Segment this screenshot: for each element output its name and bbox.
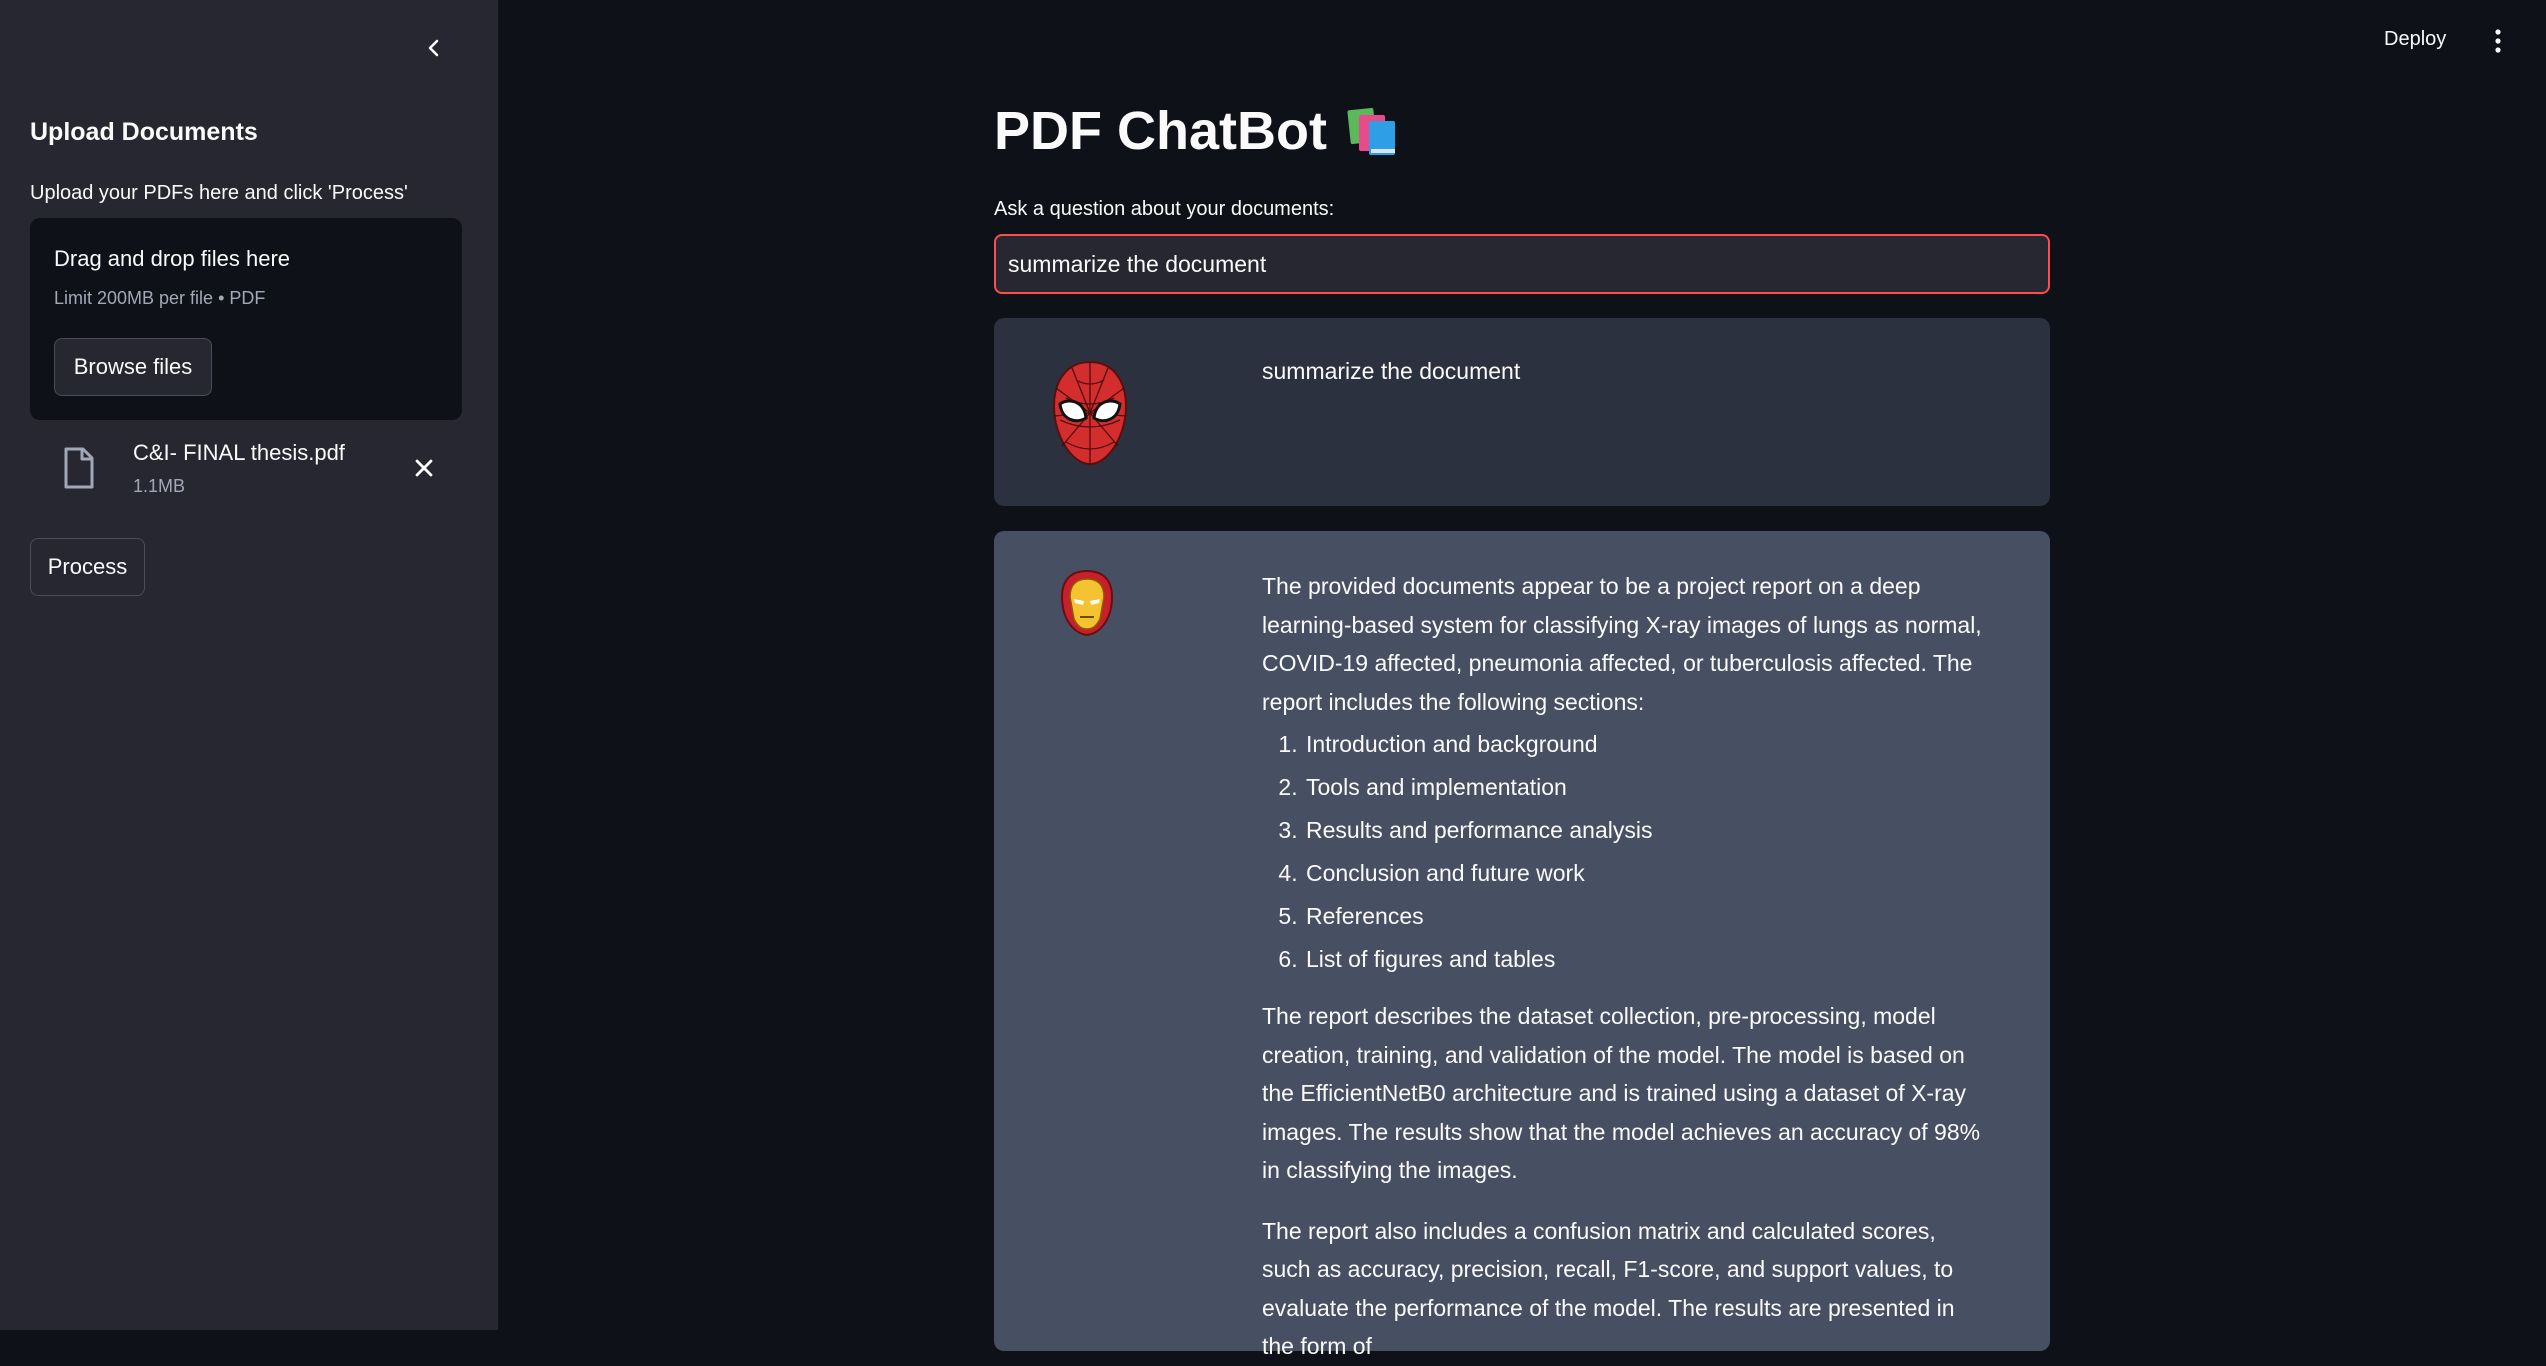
bot-paragraph-3: The report also includes a confusion mat… <box>1262 1217 1955 1360</box>
list-item: Results and performance analysis <box>1304 809 1982 852</box>
list-item: List of figures and tables <box>1304 938 1982 981</box>
list-item: Introduction and background <box>1304 723 1982 766</box>
page-title: PDF ChatBot <box>994 100 1403 162</box>
sidebar-subtitle: Upload your PDFs here and click 'Process… <box>30 182 408 204</box>
page-title-text: PDF ChatBot <box>994 101 1327 161</box>
bot-paragraph-2: The report describes the dataset collect… <box>1262 1003 1981 1183</box>
bot-intro: The provided documents appear to be a pr… <box>1262 573 1982 715</box>
books-icon <box>1347 107 1395 155</box>
chevron-left-icon <box>428 39 439 57</box>
process-button[interactable]: Process <box>30 538 145 596</box>
user-message-text: summarize the document <box>1262 358 1521 384</box>
uploaded-file-item: C&I- FINAL thesis.pdf 1.1MB <box>30 436 462 506</box>
more-vertical-icon[interactable] <box>2486 26 2510 58</box>
collapse-sidebar-button[interactable] <box>414 28 454 68</box>
ironman-avatar-icon <box>1060 569 1114 637</box>
file-dropzone[interactable]: Drag and drop files here Limit 200MB per… <box>30 218 462 420</box>
dropzone-title: Drag and drop files here <box>54 246 291 271</box>
user-message: summarize the document <box>994 318 2050 506</box>
dropzone-limit: Limit 200MB per file • PDF <box>54 288 266 308</box>
bot-message-text: The provided documents appear to be a pr… <box>1262 567 1982 1366</box>
sidebar: Upload Documents Upload your PDFs here a… <box>0 0 498 1330</box>
question-label: Ask a question about your documents: <box>994 198 1335 220</box>
file-size: 1.1MB <box>133 476 186 496</box>
question-input[interactable] <box>994 234 2050 294</box>
list-item: References <box>1304 895 1982 938</box>
bot-section-list: Introduction and background Tools and im… <box>1262 723 1982 981</box>
close-icon <box>415 459 433 477</box>
list-item: Tools and implementation <box>1304 766 1982 809</box>
bot-message: The provided documents appear to be a pr… <box>994 531 2050 1359</box>
list-item: Conclusion and future work <box>1304 852 1982 895</box>
browse-files-button[interactable]: Browse files <box>54 338 212 396</box>
spiderman-avatar-icon <box>1052 360 1128 466</box>
file-name: C&I- FINAL thesis.pdf <box>133 440 345 465</box>
remove-file-button[interactable] <box>406 450 442 486</box>
sidebar-title: Upload Documents <box>30 118 258 146</box>
file-icon <box>64 447 94 489</box>
deploy-button[interactable]: Deploy <box>2384 28 2446 51</box>
